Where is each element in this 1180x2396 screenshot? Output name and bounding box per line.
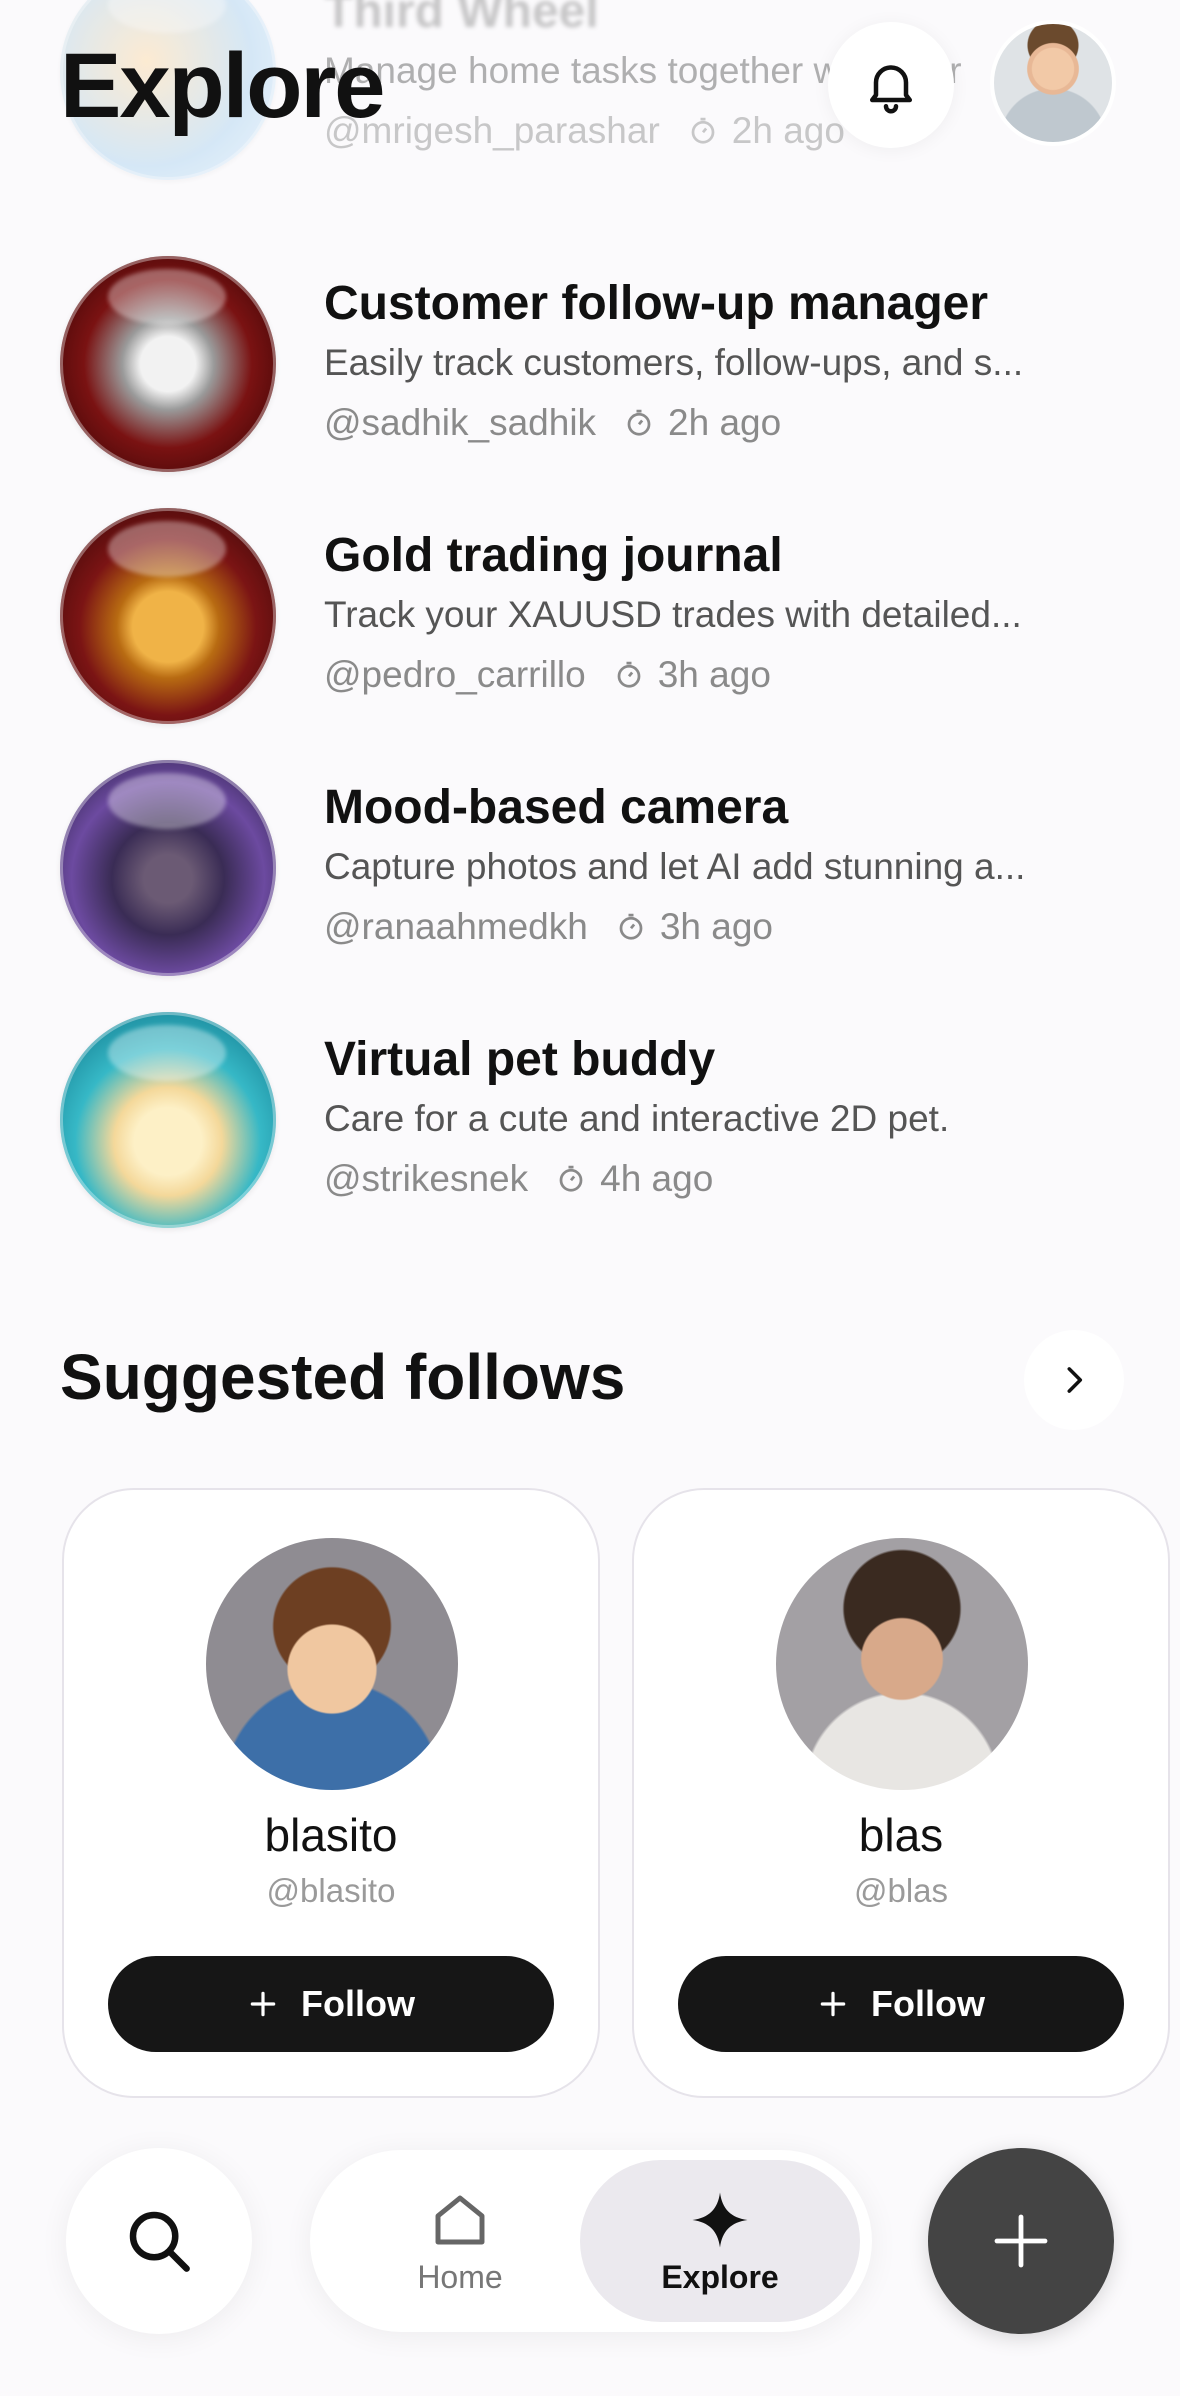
project-thumbnail [60, 760, 276, 976]
timer-icon [619, 913, 643, 940]
tab-home-label: Home [417, 2258, 503, 2295]
top-header: Explore [0, 0, 1180, 170]
tab-explore[interactable]: Explore [580, 2160, 860, 2322]
page-title: Explore [60, 35, 385, 137]
project-thumbnail [60, 256, 276, 472]
project-description: Track your XAUUSD trades with detailed..… [324, 594, 1022, 635]
home-icon [435, 2195, 485, 2244]
project-author[interactable]: @strikesnek [324, 1158, 528, 1200]
project-item[interactable]: Virtual pet buddy Care for a cute and in… [60, 1012, 1140, 1232]
user-handle: @blas [853, 1872, 949, 1909]
suggested-user-card[interactable]: blasito @blasito Follow [62, 1488, 600, 2098]
project-thumbnail [60, 508, 276, 724]
section-title: Suggested follows [60, 1341, 626, 1413]
project-time: 3h ago [614, 654, 771, 696]
see-all-button[interactable] [1024, 1330, 1124, 1430]
project-item[interactable]: Gold trading journal Track your XAUUSD t… [60, 508, 1140, 728]
project-description: Care for a cute and interactive 2D pet. [324, 1098, 950, 1139]
tab-explore-label: Explore [661, 2258, 779, 2295]
user-handle: @blasito [266, 1872, 396, 1909]
project-item[interactable]: Customer follow-up manager Easily track … [60, 256, 1140, 476]
project-name: Virtual pet buddy [324, 1033, 716, 1086]
timer-icon [627, 409, 651, 436]
chevron-right-icon [1067, 1367, 1083, 1393]
project-time: 3h ago [616, 906, 773, 948]
follow-button[interactable]: Follow [678, 1956, 1124, 2052]
project-meta: @ranaahmedkh 3h ago [324, 906, 773, 948]
notifications-button[interactable] [828, 22, 954, 148]
search-button[interactable] [66, 2148, 252, 2334]
project-name: Gold trading journal [324, 529, 783, 582]
bell-icon [870, 65, 912, 114]
tab-home[interactable]: Home [320, 2160, 600, 2322]
project-time: 4h ago [556, 1158, 713, 1200]
project-author[interactable]: @pedro_carrillo [324, 654, 586, 696]
timer-icon [617, 661, 641, 688]
follow-button[interactable]: Follow [108, 1956, 554, 2052]
create-button[interactable] [928, 2148, 1114, 2334]
avatar [776, 1538, 1028, 1790]
timer-icon [559, 1165, 583, 1192]
project-name: Customer follow-up manager [324, 277, 989, 330]
bottom-nav: Home Explore [310, 2150, 872, 2332]
avatar [206, 1538, 458, 1790]
project-name: Mood-based camera [324, 781, 789, 834]
user-name: blas [858, 1809, 944, 1861]
plus-icon [820, 1991, 846, 2017]
project-meta: @pedro_carrillo 3h ago [324, 654, 771, 696]
suggested-user-card[interactable]: blas @blas Follow [632, 1488, 1170, 2098]
project-thumbnail [60, 1012, 276, 1228]
plus-icon [994, 2214, 1048, 2268]
project-item[interactable]: Mood-based camera Capture photos and let… [60, 760, 1140, 980]
search-icon [129, 2211, 190, 2272]
project-description: Easily track customers, follow-ups, and … [324, 342, 1024, 383]
profile-avatar[interactable] [990, 20, 1116, 146]
project-meta: @strikesnek 4h ago [324, 1158, 713, 1200]
project-meta: @sadhik_sadhik 2h ago [324, 402, 781, 444]
plus-icon [250, 1991, 276, 2017]
sparkle-icon [692, 2192, 748, 2247]
project-description: Capture photos and let AI add stunning a… [324, 846, 1026, 887]
user-name: blasito [264, 1809, 398, 1861]
project-author[interactable]: @sadhik_sadhik [324, 402, 596, 444]
project-author[interactable]: @ranaahmedkh [324, 906, 588, 948]
project-time: 2h ago [624, 402, 781, 444]
